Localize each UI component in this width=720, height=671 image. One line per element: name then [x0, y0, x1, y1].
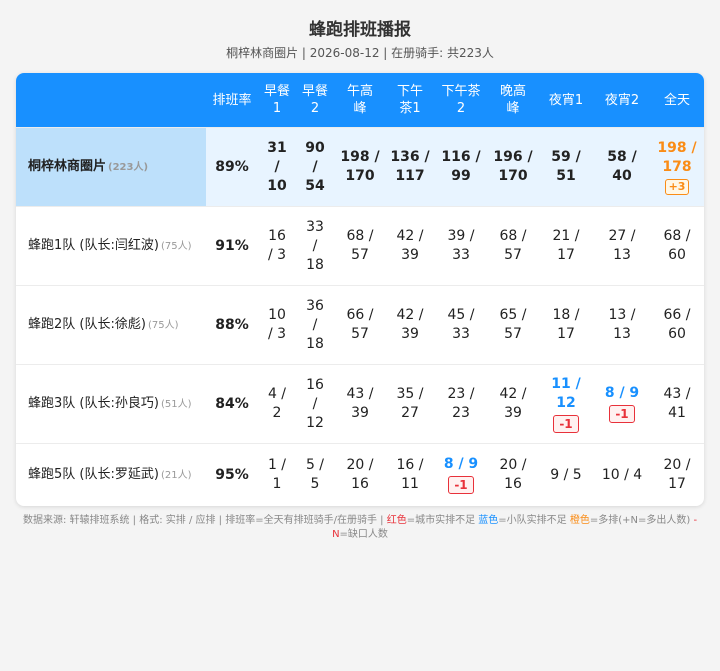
shortage-badge: -1 — [448, 476, 474, 494]
team-row: 蜂跑5队 (队长:罗延武) (21人) 95% 1 /1 5 /5 20 /16 … — [16, 443, 704, 506]
header-tea1: 下午 茶1 — [386, 73, 434, 128]
cell-dinner-peak: 65 /57 — [488, 285, 538, 365]
team-row: 蜂跑1队 (队长:闫红波) (75人) 91% 16/ 3 33/18 68 /5… — [16, 206, 704, 286]
summary-night2: 58 /40 — [594, 127, 650, 207]
team-name: 蜂跑1队 (队长:闫红波) — [28, 238, 159, 253]
team-count: (75人) — [147, 320, 179, 331]
header-night1: 夜宵1 — [538, 73, 594, 128]
header-breakfast1: 早餐 1 — [258, 73, 296, 128]
schedule-table: 排班率 早餐 1 早餐 2 午高峰 下午 茶1 下午茶 2 晚高峰 夜宵1 夜宵2 全天… — [16, 73, 704, 506]
cell-tea2: 8 / 9 -1 — [434, 443, 488, 506]
team-name-cell: 蜂跑5队 (队长:罗延武) (21人) — [16, 443, 206, 506]
team-rate: 88% — [206, 285, 258, 365]
legend-red-desc: =城市实排不足 — [406, 515, 479, 526]
cell-tea2: 23 /23 — [434, 364, 488, 444]
shortage-badge: -1 — [609, 405, 635, 423]
header-rate: 排班率 — [206, 73, 258, 128]
cell-dinner-peak: 20 /16 — [488, 443, 538, 506]
cell-lunch-peak: 43 /39 — [334, 364, 386, 444]
legend-orange-label: 橙色 — [569, 515, 590, 526]
cell-breakfast1: 4 /2 — [258, 364, 296, 444]
summary-dinner-peak: 196 /170 — [488, 127, 538, 207]
team-row: 蜂跑2队 (队长:徐彪) (75人) 88% 10/ 3 36/18 66 /57… — [16, 285, 704, 365]
cell-night2: 13 /13 — [594, 285, 650, 365]
cell-breakfast1: 1 /1 — [258, 443, 296, 506]
cell-night1: 11 /12 -1 — [538, 364, 594, 444]
summary-night1: 59 /51 — [538, 127, 594, 207]
summary-name-cell: 桐梓林商圈片 (223人) — [16, 127, 206, 207]
team-name: 蜂跑3队 (队长:孙良巧) — [28, 396, 159, 411]
summary-name: 桐梓林商圈片 — [28, 159, 107, 174]
cell-breakfast1: 16/ 3 — [258, 206, 296, 286]
team-name: 蜂跑2队 (队长:徐彪) — [28, 317, 146, 332]
cell-tea1: 42 /39 — [386, 206, 434, 286]
cell-night2: 27 /13 — [594, 206, 650, 286]
summary-breakfast1: 31/10 — [258, 127, 296, 207]
team-name-cell: 蜂跑3队 (队长:孙良巧) (51人) — [16, 364, 206, 444]
cell-night2: 10 / 4 — [594, 443, 650, 506]
cell-breakfast2: 5 /5 — [296, 443, 334, 506]
cell-night1: 9 / 5 — [538, 443, 594, 506]
cell-night1: 18 /17 — [538, 285, 594, 365]
team-name: 蜂跑5队 (队长:罗延武) — [28, 467, 159, 482]
header-name — [16, 73, 206, 128]
page-subtitle: 桐梓林商圈片 | 2026-08-12 | 在册骑手: 共223人 — [226, 46, 494, 60]
header-dinner-peak: 晚高峰 — [488, 73, 538, 128]
header-lunch-peak: 午高峰 — [334, 73, 386, 128]
legend-red-label: 红色 — [386, 515, 407, 526]
header-night2: 夜宵2 — [594, 73, 650, 128]
cell-allday: 66 /60 — [650, 285, 704, 365]
cell-dinner-peak: 42 /39 — [488, 364, 538, 444]
cell-breakfast1: 10/ 3 — [258, 285, 296, 365]
legend-minus-desc: =缺口人数 — [339, 529, 388, 540]
cell-breakfast2: 16/12 — [296, 364, 334, 444]
cell-night2: 8 / 9 -1 — [594, 364, 650, 444]
footer-main: 数据来源: 轩辕排班系统 | 格式: 实排 / 应排 | 排班率=全天有排班骑手… — [22, 515, 387, 526]
team-rate: 91% — [206, 206, 258, 286]
cell-tea2: 45 /33 — [434, 285, 488, 365]
team-row: 蜂跑3队 (队长:孙良巧) (51人) 84% 4 /2 16/12 43 /39… — [16, 364, 704, 444]
team-count: (51人) — [160, 399, 192, 410]
surplus-badge: +3 — [664, 178, 690, 195]
cell-tea1: 42 /39 — [386, 285, 434, 365]
summary-row: 桐梓林商圈片 (223人) 89% 31/10 90/54 198 /170 13… — [16, 127, 704, 207]
summary-allday: 198 /178 +3 — [650, 127, 704, 207]
team-rate: 95% — [206, 443, 258, 506]
team-count: (21人) — [160, 470, 192, 481]
cell-allday: 68 /60 — [650, 206, 704, 286]
footer-legend: 数据来源: 轩辕排班系统 | 格式: 实排 / 应排 | 排班率=全天有排班骑手… — [16, 514, 704, 542]
legend-orange-desc: =多排(+N=多出人数) — [589, 515, 694, 526]
cell-dinner-peak: 68 /57 — [488, 206, 538, 286]
summary-rate: 89% — [206, 127, 258, 207]
team-name-cell: 蜂跑2队 (队长:徐彪) (75人) — [16, 285, 206, 365]
summary-tea1: 136 /117 — [386, 127, 434, 207]
legend-blue-desc: =小队实排不足 — [498, 515, 570, 526]
cell-breakfast2: 36/18 — [296, 285, 334, 365]
summary-lunch-peak: 198 /170 — [334, 127, 386, 207]
cell-allday: 20 /17 — [650, 443, 704, 506]
cell-tea1: 35 /27 — [386, 364, 434, 444]
cell-lunch-peak: 66 /57 — [334, 285, 386, 365]
header-breakfast2: 早餐 2 — [296, 73, 334, 128]
schedule-table-card: 排班率 早餐 1 早餐 2 午高峰 下午 茶1 下午茶 2 晚高峰 夜宵1 夜宵2 全天… — [16, 73, 704, 506]
page-title: 蜂跑排班播报 — [309, 20, 411, 40]
header-allday: 全天 — [650, 73, 704, 128]
cell-lunch-peak: 68 /57 — [334, 206, 386, 286]
summary-count: (223人) — [108, 162, 149, 173]
legend-blue-label: 蓝色 — [478, 515, 499, 526]
team-rate: 84% — [206, 364, 258, 444]
team-name-cell: 蜂跑1队 (队长:闫红波) (75人) — [16, 206, 206, 286]
shortage-badge: -1 — [553, 414, 579, 433]
cell-tea1: 16 /11 — [386, 443, 434, 506]
cell-breakfast2: 33/18 — [296, 206, 334, 286]
cell-night1: 21 /17 — [538, 206, 594, 286]
header-tea2: 下午茶 2 — [434, 73, 488, 128]
table-header-row: 排班率 早餐 1 早餐 2 午高峰 下午 茶1 下午茶 2 晚高峰 夜宵1 夜宵2 全天 — [16, 73, 704, 128]
team-count: (75人) — [160, 241, 192, 252]
cell-tea2: 39 /33 — [434, 206, 488, 286]
cell-allday: 43 /41 — [650, 364, 704, 444]
cell-lunch-peak: 20 /16 — [334, 443, 386, 506]
summary-breakfast2: 90/54 — [296, 127, 334, 207]
summary-tea2: 116 /99 — [434, 127, 488, 207]
